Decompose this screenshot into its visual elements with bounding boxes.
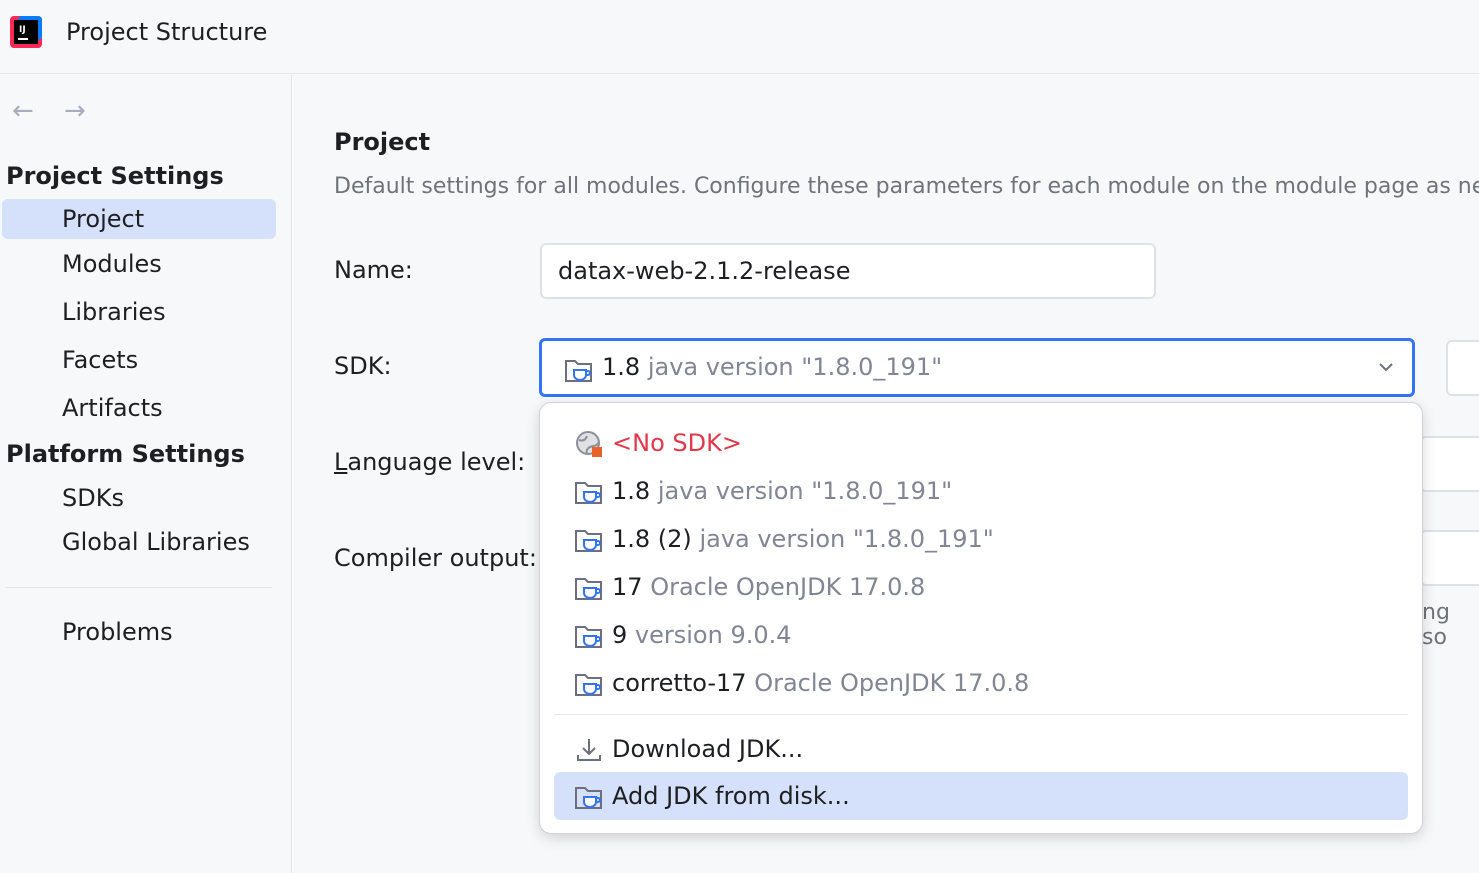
sidebar-item-modules[interactable]: Modules xyxy=(2,244,276,284)
sidebar-item-libraries[interactable]: Libraries xyxy=(2,292,276,332)
sdk-option-name: <No SDK> xyxy=(612,429,742,457)
jdk-folder-icon xyxy=(565,360,592,382)
sidebar-item-label: Project xyxy=(62,205,145,233)
sdk-option-detail: Oracle OpenJDK 17.0.8 xyxy=(754,669,1030,697)
sidebar-item-artifacts[interactable]: Artifacts xyxy=(2,388,276,428)
sidebar-item-label: Global Libraries xyxy=(62,528,250,556)
sdk-selected-name: 1.8 xyxy=(602,353,641,381)
sidebar-item-label: Artifacts xyxy=(62,394,163,422)
language-level-label-text: anguage level: xyxy=(347,448,526,476)
sdk-option-detail: version 9.0.4 xyxy=(634,621,792,649)
title-bar: IJ Project Structure xyxy=(0,0,1479,74)
download-jdk-label: Download JDK... xyxy=(612,735,804,763)
add-jdk-from-disk-label: Add JDK from disk... xyxy=(612,782,850,810)
sdk-option-corretto-17[interactable]: corretto-17 Oracle OpenJDK 17.0.8 xyxy=(554,659,1408,707)
sidebar-item-global-libraries[interactable]: Global Libraries xyxy=(2,522,276,562)
sidebar-item-facets[interactable]: Facets xyxy=(2,340,276,380)
sdk-option-name: 1.8 xyxy=(612,477,651,505)
project-name-input[interactable] xyxy=(540,243,1156,299)
sdk-option-detail: java version "1.8.0_191" xyxy=(657,477,953,505)
forward-arrow-icon[interactable]: → xyxy=(64,96,86,126)
language-level-select[interactable] xyxy=(1420,436,1479,492)
page-title: Project xyxy=(334,128,431,156)
back-arrow-icon[interactable]: ← xyxy=(12,96,34,126)
compiler-output-input[interactable] xyxy=(1420,530,1479,586)
compiler-output-hint: ng so xyxy=(1422,600,1450,650)
add-jdk-from-disk-option[interactable]: Add JDK from disk... xyxy=(554,772,1408,820)
sdk-label: SDK: xyxy=(334,352,392,380)
jdk-folder-icon xyxy=(575,787,602,809)
language-level-mnemonic: L xyxy=(334,448,348,476)
chevron-down-icon xyxy=(1379,363,1393,372)
jdk-folder-icon xyxy=(575,530,602,552)
sdk-option-no-sdk[interactable]: <No SDK> xyxy=(554,419,1408,467)
sidebar xyxy=(0,75,292,873)
window-title: Project Structure xyxy=(66,18,268,46)
sdk-selected-detail: java version "1.8.0_191" xyxy=(647,353,943,381)
sdk-option-detail: Oracle OpenJDK 17.0.8 xyxy=(650,573,926,601)
sdk-edit-button[interactable] xyxy=(1446,340,1479,396)
compiler-output-label: Compiler output: xyxy=(334,544,537,572)
sidebar-item-label: Facets xyxy=(62,346,139,374)
language-level-label: Language level: xyxy=(334,448,525,476)
sidebar-item-sdks[interactable]: SDKs xyxy=(2,478,276,518)
svg-text:IJ: IJ xyxy=(19,25,26,35)
download-icon xyxy=(577,739,601,761)
intellij-logo-icon: IJ xyxy=(10,16,42,48)
sdk-option-detail: java version "1.8.0_191" xyxy=(699,525,994,553)
sidebar-item-problems[interactable]: Problems xyxy=(2,612,276,652)
sdk-dropdown-popup: <No SDK> 1.8 java version "1.8.0_191" 1.… xyxy=(539,402,1423,834)
name-label: Name: xyxy=(334,256,413,284)
sdk-option-name: 1.8 (2) xyxy=(612,525,692,553)
sdk-option-17[interactable]: 17 Oracle OpenJDK 17.0.8 xyxy=(554,563,1408,611)
jdk-folder-icon xyxy=(575,578,602,600)
sdk-option-9[interactable]: 9 version 9.0.4 xyxy=(554,611,1408,659)
jdk-folder-icon xyxy=(575,482,602,504)
sdk-option-1-8[interactable]: 1.8 java version "1.8.0_191" xyxy=(554,467,1408,515)
sidebar-item-label: Modules xyxy=(62,250,162,278)
sidebar-item-project[interactable]: Project xyxy=(2,199,276,239)
jdk-folder-icon xyxy=(575,626,602,648)
globe-icon xyxy=(576,431,602,457)
download-jdk-option[interactable]: Download JDK... xyxy=(554,725,1408,773)
sdk-combobox[interactable]: 1.8 java version "1.8.0_191" xyxy=(539,338,1415,397)
platform-settings-heading: Platform Settings xyxy=(6,440,245,468)
sdk-option-1-8-2[interactable]: 1.8 (2) java version "1.8.0_191" xyxy=(554,515,1408,563)
page-description: Default settings for all modules. Config… xyxy=(334,174,1479,199)
sdk-option-name: 9 xyxy=(612,621,628,649)
sidebar-item-label: Problems xyxy=(62,618,173,646)
sdk-option-name: 17 xyxy=(612,573,643,601)
jdk-folder-icon xyxy=(575,674,602,696)
sidebar-item-label: SDKs xyxy=(62,484,124,512)
project-settings-heading: Project Settings xyxy=(6,162,224,190)
sdk-option-name: corretto-17 xyxy=(612,669,747,697)
sidebar-divider xyxy=(6,587,272,588)
sidebar-item-label: Libraries xyxy=(62,298,166,326)
dropdown-separator xyxy=(554,714,1408,715)
